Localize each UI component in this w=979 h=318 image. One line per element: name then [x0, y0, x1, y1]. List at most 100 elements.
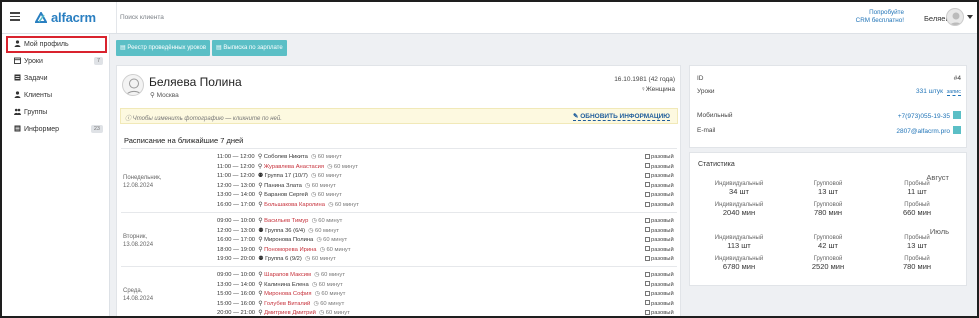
lesson-row[interactable]: 11:00 — 12:00 ⚲ Журавлева Анастасия ◷ 60…: [217, 163, 674, 171]
lesson-row[interactable]: 20:00 — 21:00 ⚲ Дмитриев Дмитрий ◷ 60 ми…: [217, 309, 674, 316]
lesson-time: 11:00 — 12:00: [217, 163, 255, 170]
lesson-type-checkbox[interactable]: [645, 236, 650, 242]
lessons-register-button[interactable]: ▤ Реестр проведённых уроков: [116, 40, 211, 56]
lesson-type-checkbox[interactable]: [645, 191, 650, 197]
id-label: ID: [697, 75, 704, 82]
lesson-participant[interactable]: Панина Злата: [264, 183, 302, 189]
lesson-type-label: разовый: [651, 272, 674, 278]
lesson-participant[interactable]: Журавлева Анастасия: [264, 164, 324, 170]
sidebar-item-label: Группы: [24, 109, 48, 116]
lesson-type-checkbox[interactable]: [645, 246, 650, 252]
lesson-type-checkbox[interactable]: [645, 217, 650, 223]
lesson-participant[interactable]: Большакова Каролина: [264, 202, 325, 208]
lesson-time: 09:00 — 10:00: [217, 272, 256, 278]
message-icon[interactable]: [953, 111, 961, 119]
lesson-type-checkbox[interactable]: [645, 271, 650, 277]
lesson-type: разовый: [645, 153, 674, 161]
lesson-type-checkbox[interactable]: [645, 153, 650, 159]
lesson-type-checkbox[interactable]: [645, 227, 650, 233]
lesson-row[interactable]: 16:00 — 17:00 ⚲ Большакова Каролина ◷ 60…: [217, 201, 674, 209]
lesson-participant[interactable]: Соболев Никита: [264, 154, 308, 160]
email-address[interactable]: 2807@alfacrm.pro: [896, 128, 950, 135]
lesson-type-checkbox[interactable]: [645, 201, 650, 207]
logo[interactable]: alfacrm: [35, 10, 96, 25]
mail-icon[interactable]: [953, 126, 961, 134]
lesson-duration: 60 минут: [334, 202, 359, 208]
mobile-label: Мобильный: [697, 112, 733, 119]
mobile-number[interactable]: +7(973)055-19-35: [898, 113, 950, 120]
lesson-row[interactable]: 15:00 — 16:00 ⚲ Миронова София ◷ 60 мину…: [217, 290, 674, 298]
lesson-row[interactable]: 11:00 — 12:00 ⚲ Соболев Никита ◷ 60 мину…: [217, 153, 674, 161]
sidebar-item-informer[interactable]: Информер 23: [2, 121, 109, 138]
sidebar-item-lessons[interactable]: Уроки 7: [2, 53, 109, 70]
lesson-row[interactable]: 15:00 — 16:00 ⚲ Голубев Виталий ◷ 60 мин…: [217, 300, 674, 308]
stat-value: 113 шт: [727, 240, 751, 250]
lesson-duration: 60 минут: [317, 173, 342, 180]
user-icon: ⚲: [258, 202, 263, 208]
sidebar-item-clients[interactable]: Клиенты: [2, 87, 109, 104]
lesson-type-checkbox[interactable]: [645, 172, 650, 178]
lesson-type: разовый: [645, 172, 674, 180]
lesson-type-checkbox[interactable]: [645, 309, 650, 315]
lesson-type-checkbox[interactable]: [645, 255, 650, 261]
lesson-participant[interactable]: Шарапов Максим: [264, 272, 311, 278]
lesson-row[interactable]: 13:00 — 14:00 ⚲ Калинина Елена ◷ 60 мину…: [217, 281, 674, 289]
lesson-type-label: разовый: [651, 237, 674, 244]
lesson-participant[interactable]: Миронова София: [264, 291, 311, 297]
lesson-participant[interactable]: Группа 36 (6/4): [265, 228, 305, 234]
salary-statement-label: Выписка по зарплате: [223, 45, 283, 51]
schedule-day: Вторник, 13.08.2024 09:00 — 10:00 ⚲ Василь…: [121, 212, 677, 266]
schedule-day: Среда, 14.08.2024 09:00 — 10:00 ⚲ Шарапов …: [121, 266, 677, 316]
user-icon: ⚲: [258, 281, 263, 288]
lesson-row[interactable]: 12:00 — 13:00 ⚉ Группа 36 (6/4) ◷ 60 мин…: [217, 227, 674, 235]
profile-photo[interactable]: [122, 74, 144, 96]
day-date: 14.08.2024: [123, 296, 154, 302]
lesson-participant[interactable]: Пономорева Ирина: [264, 247, 316, 253]
salary-statement-button[interactable]: ▤ Выписка по зарплате: [212, 40, 287, 56]
client-search-input[interactable]: Поиск клиента: [116, 2, 416, 33]
sidebar-item-profile[interactable]: Мой профиль: [6, 36, 107, 53]
lesson-participant[interactable]: Дмитриев Дмитрий: [264, 310, 316, 316]
photo-notice: ⓘ Чтобы изменить фотографию — кликните п…: [120, 108, 678, 124]
lessons-count-value[interactable]: 331 штук: [916, 88, 943, 95]
clock-icon: ◷: [305, 256, 312, 263]
lesson-row[interactable]: 16:00 — 17:00 ⚲ Миронова Полина ◷ 60 мин…: [217, 236, 674, 244]
lesson-row[interactable]: 09:00 — 10:00 ⚲ Шарапов Максим ◷ 60 мину…: [217, 271, 674, 279]
lesson-row[interactable]: 19:00 — 20:00 ⚉ Группа 6 (9/2) ◷ 60 мину…: [217, 255, 674, 263]
lesson-participant[interactable]: Баранов Сергей: [264, 192, 308, 198]
user-icon: ⚲: [258, 272, 263, 278]
user-icon: ⚲: [258, 192, 263, 199]
lesson-type-checkbox[interactable]: [645, 163, 650, 169]
user-avatar[interactable]: [946, 8, 964, 26]
lesson-type: разовый: [645, 217, 674, 225]
clock-icon: ◷: [308, 227, 315, 234]
calendar-icon: [14, 57, 21, 64]
stat-value: 13 шт: [907, 240, 927, 250]
lesson-participant[interactable]: Васильев Тимур: [264, 218, 308, 224]
lesson-participant[interactable]: Голубев Виталий: [264, 301, 310, 307]
lesson-row[interactable]: 11:00 — 12:00 ⚉ Группа 17 (10/7) ◷ 60 ми…: [217, 172, 674, 180]
lesson-row[interactable]: 09:00 — 10:00 ⚲ Васильев Тимур ◷ 60 мину…: [217, 217, 674, 225]
lessons-record-link[interactable]: запис: [946, 89, 961, 96]
lesson-type-checkbox[interactable]: [645, 281, 650, 287]
chevron-down-icon[interactable]: [967, 15, 973, 19]
lesson-type-checkbox[interactable]: [645, 182, 650, 188]
menu-icon[interactable]: [10, 12, 20, 21]
sidebar-item-tasks[interactable]: Задачи: [2, 70, 109, 87]
lesson-participant[interactable]: Группа 6 (9/2): [265, 256, 302, 262]
lesson-type-checkbox[interactable]: [645, 290, 650, 296]
lesson-row[interactable]: 18:00 — 19:00 ⚲ Пономорева Ирина ◷ 60 ми…: [217, 246, 674, 254]
user-icon: [14, 40, 21, 47]
update-info-button[interactable]: ✎ ОБНОВИТЬ ИНФОРМАЦИЮ: [572, 112, 670, 121]
sidebar-item-groups[interactable]: Группы: [2, 104, 109, 121]
lesson-participant[interactable]: Миронова Полина: [264, 237, 313, 243]
lesson-row[interactable]: 13:00 — 14:00 ⚲ Баранов Сергей ◷ 60 мину…: [217, 191, 674, 199]
lesson-participant[interactable]: Группа 17 (10/7): [265, 173, 308, 179]
lesson-participant[interactable]: Калинина Елена: [264, 282, 309, 288]
schedule-day-label: Понедельник, 12.08.2024: [123, 174, 161, 190]
user-icon: ⚲: [258, 246, 263, 253]
lesson-type: разовый: [645, 309, 674, 316]
lesson-row[interactable]: 12:00 — 13:00 ⚲ Панина Злата ◷ 60 минут р…: [217, 182, 674, 190]
lesson-type-checkbox[interactable]: [645, 300, 650, 306]
free-trial-link[interactable]: Попробуйте CRM бесплатно!: [834, 9, 904, 25]
